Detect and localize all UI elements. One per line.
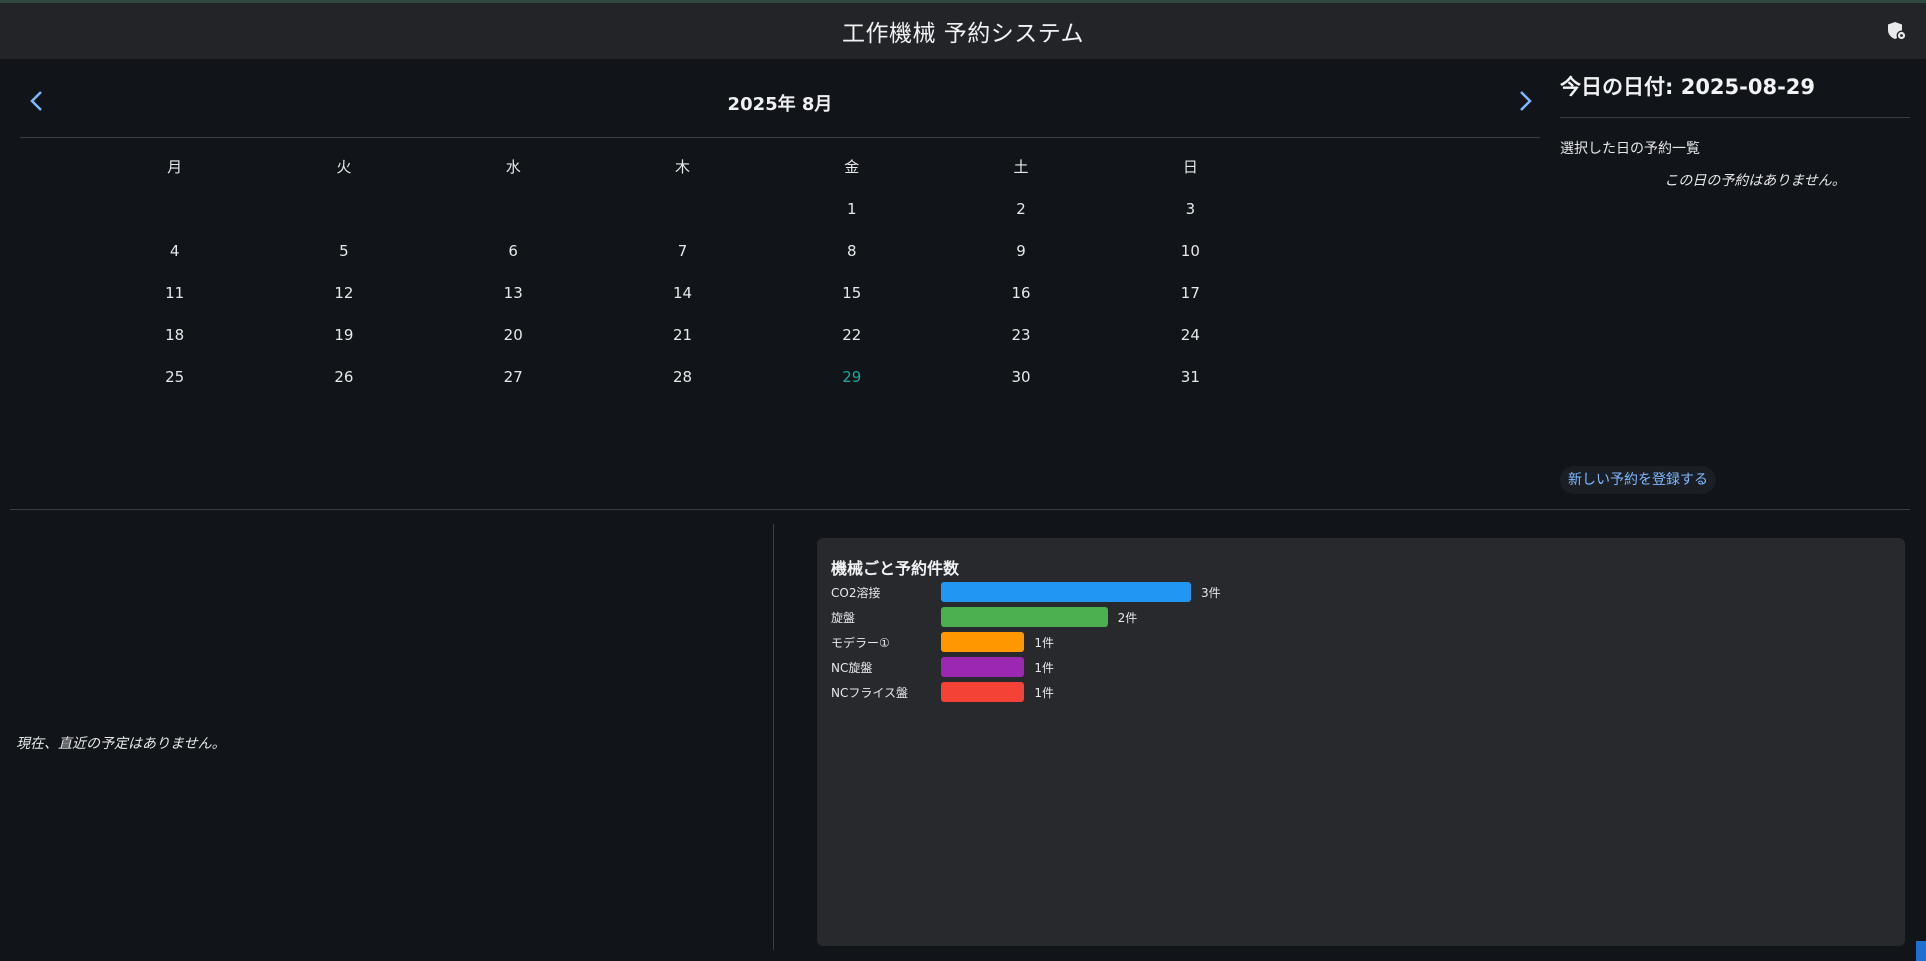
calendar-day[interactable]: 26 [259, 362, 428, 404]
bar-label: モデラー① [831, 635, 890, 650]
calendar-day[interactable]: 23 [936, 320, 1105, 362]
calendar-day[interactable]: 8 [767, 236, 936, 278]
chart-bar-row: NC旋盤 1件 [831, 657, 1054, 677]
bar-count-label: 2件 [1117, 610, 1138, 625]
calendar-day[interactable]: 9 [936, 236, 1105, 278]
calendar-empty-cell [429, 194, 598, 236]
calendar-day[interactable]: 29 [767, 362, 936, 404]
section-divider [10, 509, 1910, 510]
new-reservation-button[interactable]: 新しい予約を登録する [1560, 466, 1716, 494]
bar [941, 582, 1191, 602]
calendar-day[interactable]: 21 [598, 320, 767, 362]
chart-bar-row: NCフライス盤 1件 [831, 682, 1054, 702]
calendar-day[interactable]: 3 [1106, 194, 1275, 236]
calendar-day[interactable]: 1 [767, 194, 936, 236]
bar-count-label: 1件 [1034, 660, 1054, 675]
upcoming-empty-text: 現在、直近の予定はありません。 [16, 736, 226, 752]
weekday-header: 木 [674, 158, 690, 176]
calendar-day[interactable]: 16 [936, 278, 1105, 320]
calendar-empty-cell [259, 194, 428, 236]
bar [941, 632, 1025, 652]
calendar-day[interactable]: 15 [767, 278, 936, 320]
calendar-day[interactable]: 17 [1106, 278, 1275, 320]
calendar-day[interactable]: 7 [598, 236, 767, 278]
chart-bar-row: CO2溶接 3件 [831, 582, 1221, 602]
calendar-empty-cell [598, 194, 767, 236]
corner-indicator [1916, 941, 1926, 961]
calendar-day[interactable]: 27 [429, 362, 598, 404]
calendar-day[interactable]: 10 [1106, 236, 1275, 278]
weekday-header: 日 [1182, 158, 1198, 176]
bar-count-label: 1件 [1034, 685, 1054, 700]
chart-bar-row: モデラー① 1件 [831, 632, 1054, 652]
bar-count-label: 1件 [1034, 635, 1054, 650]
calendar-day[interactable]: 11 [90, 278, 259, 320]
calendar-day[interactable]: 13 [429, 278, 598, 320]
app-header: 工作機械 予約システム [0, 3, 1926, 59]
calendar-day[interactable]: 4 [90, 236, 259, 278]
calendar-empty-cell [90, 194, 259, 236]
calendar-grid: 月 火 水 木 金 土 日 1 2 3 4 5 6 7 8 9 10 11 12 13 14 15 16 17 1… [90, 152, 1275, 404]
side-panel: 今日の日付: 2025-08-29 選択した日の予約一覧 この日の予約はありませ… [1560, 62, 1910, 502]
calendar-day[interactable]: 18 [90, 320, 259, 362]
chart-title: 機械ごと予約件数 [831, 559, 960, 578]
weekday-header: 土 [1013, 158, 1029, 176]
bar [941, 607, 1108, 627]
selected-day-title: 選択した日の予約一覧 [1560, 141, 1700, 157]
app-title: 工作機械 予約システム [841, 21, 1085, 47]
bar-label: NCフライス盤 [831, 685, 908, 700]
calendar-day[interactable]: 25 [90, 362, 259, 404]
chart-bar-row: 旋盤 2件 [831, 607, 1137, 627]
calendar-day[interactable]: 14 [598, 278, 767, 320]
calendar-day[interactable]: 22 [767, 320, 936, 362]
chevron-right-icon [1520, 91, 1532, 111]
bar-label: CO2溶接 [831, 585, 881, 600]
calendar-day[interactable]: 20 [429, 320, 598, 362]
month-title: 2025年 8月 [727, 94, 833, 115]
weekday-header: 火 [336, 158, 352, 176]
bar-count-label: 3件 [1201, 585, 1221, 600]
bar [941, 682, 1025, 702]
bar-label: NC旋盤 [831, 660, 873, 675]
shield-gear-icon[interactable] [1886, 20, 1908, 42]
no-reservations-text: この日の予約はありません。 [1664, 173, 1846, 189]
bar-label: 旋盤 [831, 610, 856, 625]
weekday-header: 月 [167, 158, 183, 176]
weekday-header: 水 [505, 158, 521, 176]
calendar-day[interactable]: 31 [1106, 362, 1275, 404]
column-divider [773, 524, 774, 950]
calendar-day[interactable]: 24 [1106, 320, 1275, 362]
calendar-day[interactable]: 2 [936, 194, 1105, 236]
calendar-day[interactable]: 12 [259, 278, 428, 320]
calendar-day[interactable]: 30 [936, 362, 1105, 404]
calendar-day[interactable]: 28 [598, 362, 767, 404]
weekday-header: 金 [844, 158, 860, 176]
calendar-day[interactable]: 6 [429, 236, 598, 278]
calendar-navigation: 2025年 8月 [20, 78, 1540, 138]
calendar-day[interactable]: 19 [259, 320, 428, 362]
calendar-day[interactable]: 5 [259, 236, 428, 278]
reservation-count-chart: 機械ごと予約件数 CO2溶接 3件 旋盤 2件 モデラー① 1件 NC旋盤 1件 NCフライス盤… [817, 538, 1905, 946]
bar [941, 657, 1025, 677]
next-month-button[interactable] [1510, 86, 1540, 116]
today-date-label: 今日の日付: 2025-08-29 [1560, 62, 1910, 118]
